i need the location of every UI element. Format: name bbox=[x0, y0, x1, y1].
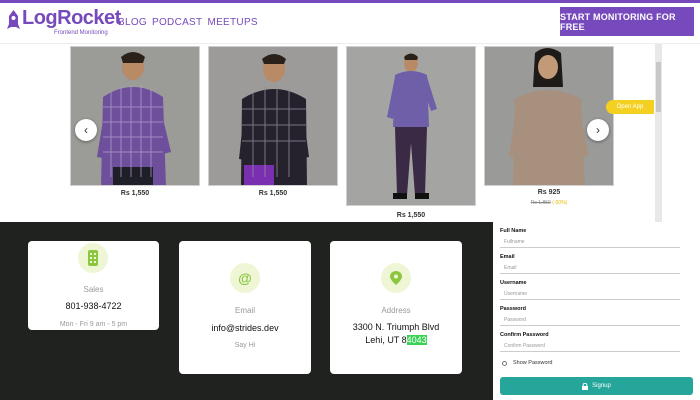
scrollbar-thumb[interactable] bbox=[656, 62, 661, 112]
product-price: Rs 1,550 bbox=[396, 212, 426, 219]
email-label: Email bbox=[500, 254, 515, 260]
sales-hours: Mon - Fri 9 am - 5 pm bbox=[59, 321, 128, 328]
start-monitoring-button[interactable]: START MONITORING FOR FREE bbox=[560, 7, 694, 36]
password-input[interactable] bbox=[500, 315, 680, 326]
chevron-left-icon: ‹ bbox=[84, 123, 88, 137]
email-note: Say Hi bbox=[234, 342, 256, 349]
email-address[interactable]: info@strides.dev bbox=[179, 322, 311, 335]
sales-phone[interactable]: 801-938-4722 bbox=[28, 300, 159, 313]
product-image bbox=[346, 46, 476, 206]
username-input[interactable] bbox=[500, 289, 680, 300]
rocket-logo-icon bbox=[7, 10, 20, 29]
confirm-password-input[interactable] bbox=[500, 341, 680, 352]
carousel-prev-button[interactable]: ‹ bbox=[75, 119, 97, 141]
address-line-1: 3300 N. Triumph Blvd bbox=[352, 322, 440, 332]
address-card: Address 3300 N. Triumph Blvd Lehi, UT 84… bbox=[330, 241, 462, 374]
open-app-button[interactable]: Open App bbox=[606, 100, 654, 114]
at-icon: @ bbox=[230, 263, 260, 293]
main-nav: BLOG PODCAST MEETUPS bbox=[118, 17, 258, 28]
brand-name: LogRocket bbox=[22, 7, 121, 29]
fullname-input[interactable] bbox=[500, 237, 680, 248]
nav-blog[interactable]: BLOG bbox=[118, 17, 147, 28]
map-pin-icon bbox=[381, 263, 411, 293]
fullname-label: Full Name bbox=[500, 228, 527, 234]
address-line-2: Lehi, UT 84043 bbox=[365, 335, 427, 345]
product-original-price: Rs 1,850 (-50%) bbox=[530, 200, 568, 206]
signup-form: Full Name Email Username Password Confir… bbox=[493, 222, 700, 400]
password-label: Password bbox=[500, 306, 526, 312]
sales-card: Sales 801-938-4722 Mon - Fri 9 am - 5 pm bbox=[28, 241, 159, 330]
carousel-next-button[interactable]: › bbox=[587, 119, 609, 141]
product-carousel: Rs 1,550 Rs 1,550 Rs 1,550 Rs 925 Rs 1,8… bbox=[0, 44, 700, 222]
email-label: Email bbox=[234, 306, 255, 315]
highlighted-zip: 4043 bbox=[406, 335, 427, 345]
address-value: 3300 N. Triumph Blvd Lehi, UT 84043 bbox=[330, 321, 462, 347]
product-image bbox=[484, 46, 614, 186]
signup-button[interactable]: Signup bbox=[500, 377, 693, 395]
product-card[interactable]: Rs 1,550 bbox=[208, 46, 338, 206]
product-price: Rs 925 bbox=[537, 189, 561, 196]
logrocket-logo[interactable]: LogRocket Frontend Monitoring bbox=[7, 7, 121, 39]
show-password-label: Show Password bbox=[513, 360, 553, 366]
email-input[interactable] bbox=[500, 263, 680, 274]
nav-meetups[interactable]: MEETUPS bbox=[207, 17, 257, 28]
show-password-checkbox[interactable] bbox=[502, 360, 507, 366]
product-price: Rs 1,550 bbox=[120, 190, 150, 197]
nav-podcast[interactable]: PODCAST bbox=[152, 17, 202, 28]
username-label: Username bbox=[500, 280, 527, 286]
product-card[interactable]: Rs 1,550 bbox=[346, 46, 476, 222]
show-password-toggle[interactable]: Show Password bbox=[502, 360, 552, 366]
brand-subtitle: Frontend Monitoring bbox=[54, 30, 108, 36]
phone-icon bbox=[78, 243, 108, 273]
chevron-right-icon: › bbox=[596, 123, 600, 137]
product-image bbox=[208, 46, 338, 186]
email-card: @ Email info@strides.dev Say Hi bbox=[179, 241, 311, 374]
contact-section: Sales 801-938-4722 Mon - Fri 9 am - 5 pm… bbox=[0, 222, 493, 400]
product-image bbox=[70, 46, 200, 186]
site-header: LogRocket Frontend Monitoring BLOG PODCA… bbox=[0, 3, 700, 44]
signup-label: Signup bbox=[592, 383, 611, 389]
confirm-password-label: Confirm Password bbox=[500, 332, 549, 338]
product-price: Rs 1,550 bbox=[258, 190, 288, 197]
lock-icon bbox=[582, 382, 589, 390]
sales-label: Sales bbox=[83, 285, 104, 294]
address-label: Address bbox=[381, 306, 411, 315]
